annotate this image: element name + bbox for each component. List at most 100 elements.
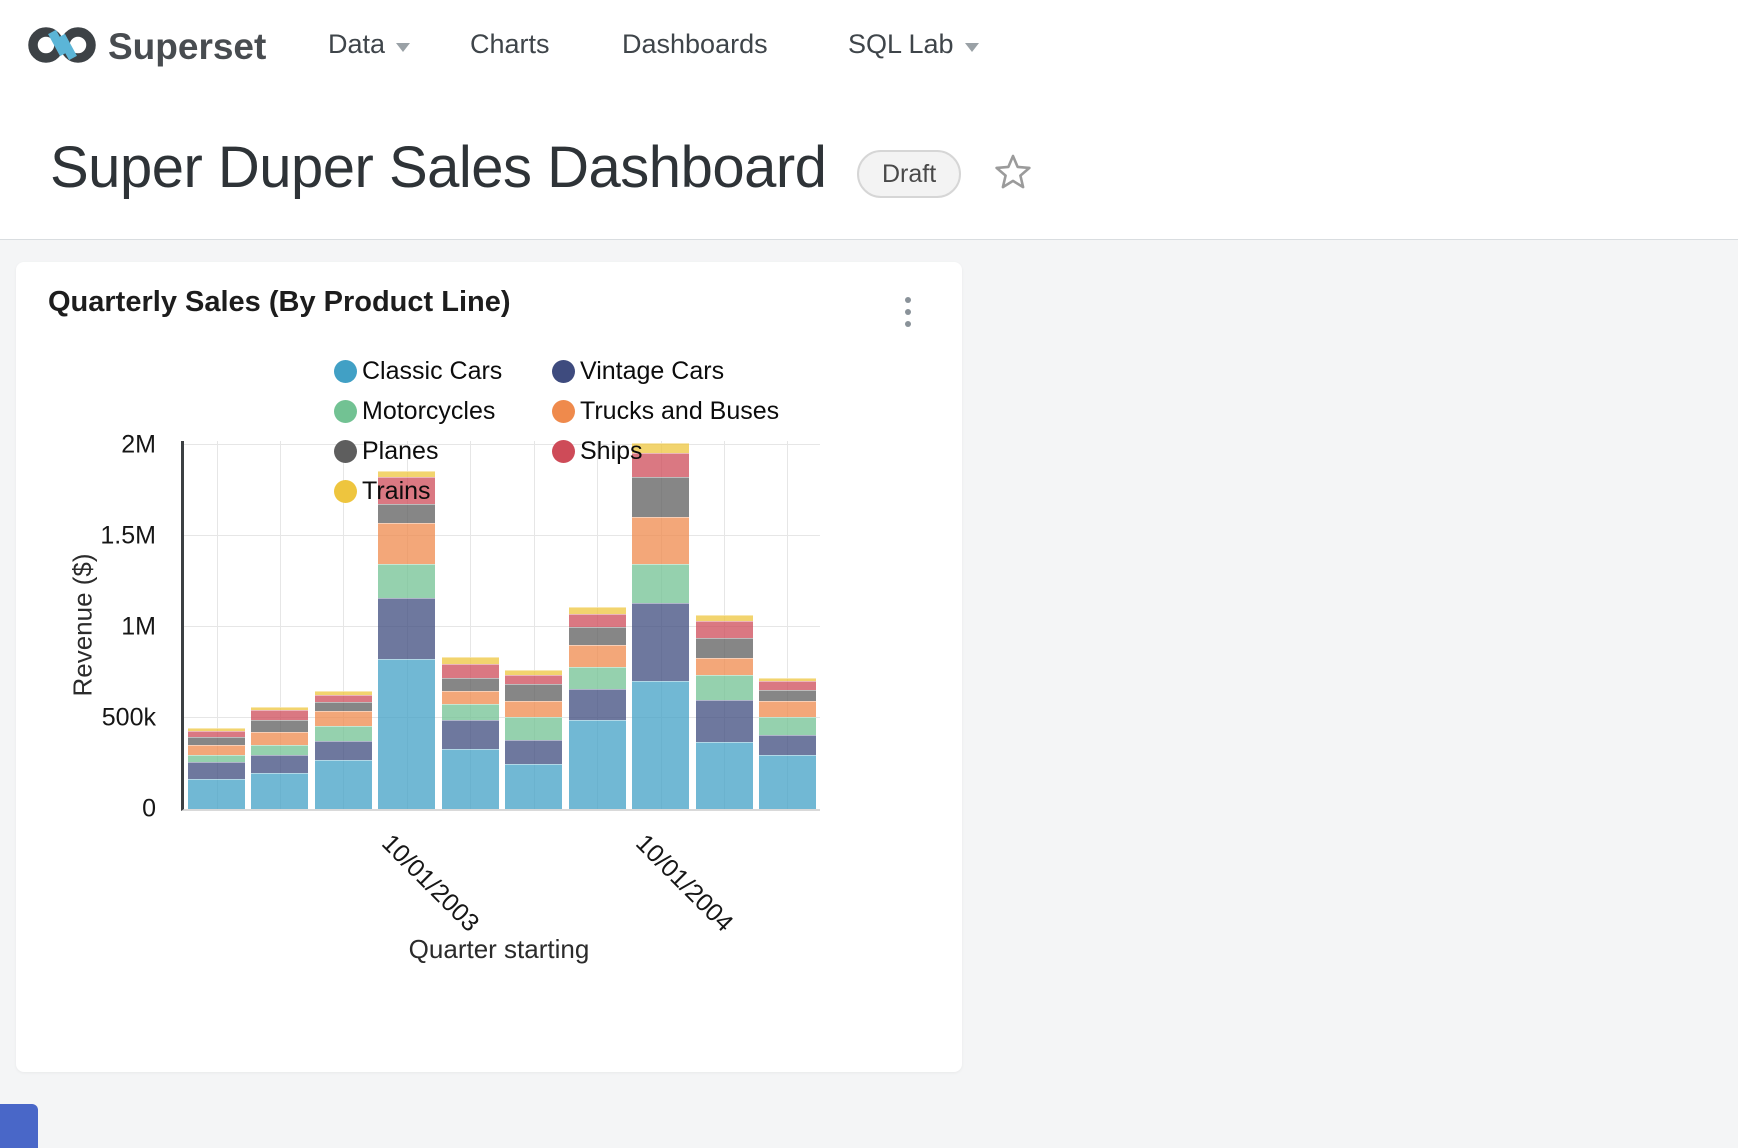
status-badge: Draft — [857, 150, 961, 198]
bar-segment[interactable] — [442, 664, 499, 678]
corner-blue-badge[interactable] — [0, 1104, 38, 1148]
bar-segment[interactable] — [759, 735, 816, 755]
bar-segment[interactable] — [188, 762, 245, 778]
legend-item[interactable]: Planes — [334, 436, 552, 466]
stacked-bar[interactable] — [759, 678, 816, 809]
stacked-bar[interactable] — [442, 657, 499, 809]
bar-segment[interactable] — [442, 657, 499, 664]
bar-segment[interactable] — [505, 717, 562, 740]
bar-segment[interactable] — [378, 564, 435, 598]
bar-segment[interactable] — [569, 667, 626, 690]
nav-item-dashboards[interactable]: Dashboards — [622, 29, 768, 60]
stacked-bar[interactable] — [251, 707, 308, 809]
dashboard-body: Quarterly Sales (By Product Line) Classi… — [0, 239, 1738, 1148]
bar-segment[interactable] — [251, 755, 308, 773]
stacked-bar[interactable] — [378, 471, 435, 809]
bar-segment[interactable] — [315, 695, 372, 702]
bar-segment[interactable] — [188, 755, 245, 763]
chevron-down-icon — [396, 43, 410, 52]
favorite-star-icon[interactable] — [993, 152, 1033, 192]
stacked-bar[interactable] — [315, 691, 372, 809]
stacked-bar[interactable] — [188, 728, 245, 809]
bar-segment[interactable] — [759, 717, 816, 735]
legend-label: Motorcycles — [362, 397, 495, 426]
nav-item-data[interactable]: Data — [328, 29, 410, 60]
bar-segment[interactable] — [442, 691, 499, 704]
bar-segment[interactable] — [188, 745, 245, 755]
bar-segment[interactable] — [251, 773, 308, 809]
bar-segment[interactable] — [315, 711, 372, 726]
legend-swatch-icon — [334, 440, 357, 463]
bar-segment[interactable] — [378, 598, 435, 660]
bar-segment[interactable] — [569, 614, 626, 627]
bar-segment[interactable] — [505, 684, 562, 701]
x-tick-label: 10/01/2004 — [629, 829, 738, 938]
bar-segment[interactable] — [442, 749, 499, 809]
legend-label: Planes — [362, 437, 438, 466]
stacked-bar[interactable] — [696, 615, 753, 809]
bar-segment[interactable] — [188, 779, 245, 809]
stacked-bar[interactable] — [505, 670, 562, 809]
bar-segment[interactable] — [759, 690, 816, 701]
bar-segment[interactable] — [378, 659, 435, 809]
bar-segment[interactable] — [632, 603, 689, 681]
bar-segment[interactable] — [569, 627, 626, 645]
stacked-bar[interactable] — [569, 607, 626, 809]
bar-segment[interactable] — [759, 755, 816, 809]
y-tick-label: 500k — [102, 703, 156, 732]
y-axis-ticks: 0500k1M1.5M2M — [16, 441, 168, 809]
legend-item[interactable]: Ships — [552, 436, 779, 466]
bar-segment[interactable] — [378, 523, 435, 563]
bar-segment[interactable] — [251, 745, 308, 755]
bar-segment[interactable] — [442, 720, 499, 749]
legend-label: Trains — [362, 477, 431, 506]
bar-segment[interactable] — [251, 720, 308, 732]
legend-label: Ships — [580, 437, 643, 466]
bar-segment[interactable] — [632, 681, 689, 809]
bar-segment[interactable] — [505, 764, 562, 809]
bar-segment[interactable] — [442, 678, 499, 691]
bar-segment[interactable] — [315, 760, 372, 809]
bar-segment[interactable] — [251, 710, 308, 720]
bar-segment[interactable] — [696, 658, 753, 675]
bar-segment[interactable] — [696, 638, 753, 659]
legend-item[interactable]: Trucks and Buses — [552, 396, 779, 426]
legend-item[interactable]: Vintage Cars — [552, 356, 779, 386]
bar-segment[interactable] — [315, 741, 372, 760]
chevron-down-icon — [965, 43, 979, 52]
dashboard-header: Super Duper Sales Dashboard Draft — [0, 90, 1738, 239]
bar-segment[interactable] — [188, 737, 245, 745]
bar-segment[interactable] — [442, 704, 499, 721]
bar-segment[interactable] — [759, 681, 816, 690]
chart-title: Quarterly Sales (By Product Line) — [48, 286, 511, 319]
bar-segment[interactable] — [505, 675, 562, 684]
bar-segment[interactable] — [632, 564, 689, 603]
nav-item-sql-lab[interactable]: SQL Lab — [848, 29, 979, 60]
top-nav: Superset Data Charts Dashboards SQL Lab — [0, 0, 1738, 90]
legend-item[interactable]: Motorcycles — [334, 396, 552, 426]
bar-segment[interactable] — [696, 675, 753, 700]
bar-segment[interactable] — [696, 700, 753, 741]
legend-label: Vintage Cars — [580, 357, 724, 386]
bar-segment[interactable] — [632, 517, 689, 564]
bar-segment[interactable] — [569, 607, 626, 614]
bar-segment[interactable] — [696, 621, 753, 638]
legend-swatch-icon — [552, 360, 575, 383]
bar-segment[interactable] — [569, 645, 626, 667]
bar-segment[interactable] — [315, 726, 372, 741]
bar-segment[interactable] — [759, 701, 816, 717]
bar-segment[interactable] — [251, 732, 308, 745]
bar-segment[interactable] — [696, 742, 753, 809]
bar-segment[interactable] — [505, 740, 562, 763]
legend-item[interactable]: Trains — [334, 476, 552, 506]
bar-column — [188, 441, 245, 809]
legend-item[interactable]: Classic Cars — [334, 356, 552, 386]
bar-segment[interactable] — [569, 689, 626, 720]
nav-item-charts[interactable]: Charts — [470, 29, 550, 60]
bar-segment[interactable] — [315, 702, 372, 711]
chart-options-kebab-icon[interactable] — [888, 286, 928, 338]
superset-logo-icon[interactable] — [24, 22, 100, 68]
bar-segment[interactable] — [378, 504, 435, 524]
bar-segment[interactable] — [505, 701, 562, 717]
bar-segment[interactable] — [569, 720, 626, 809]
